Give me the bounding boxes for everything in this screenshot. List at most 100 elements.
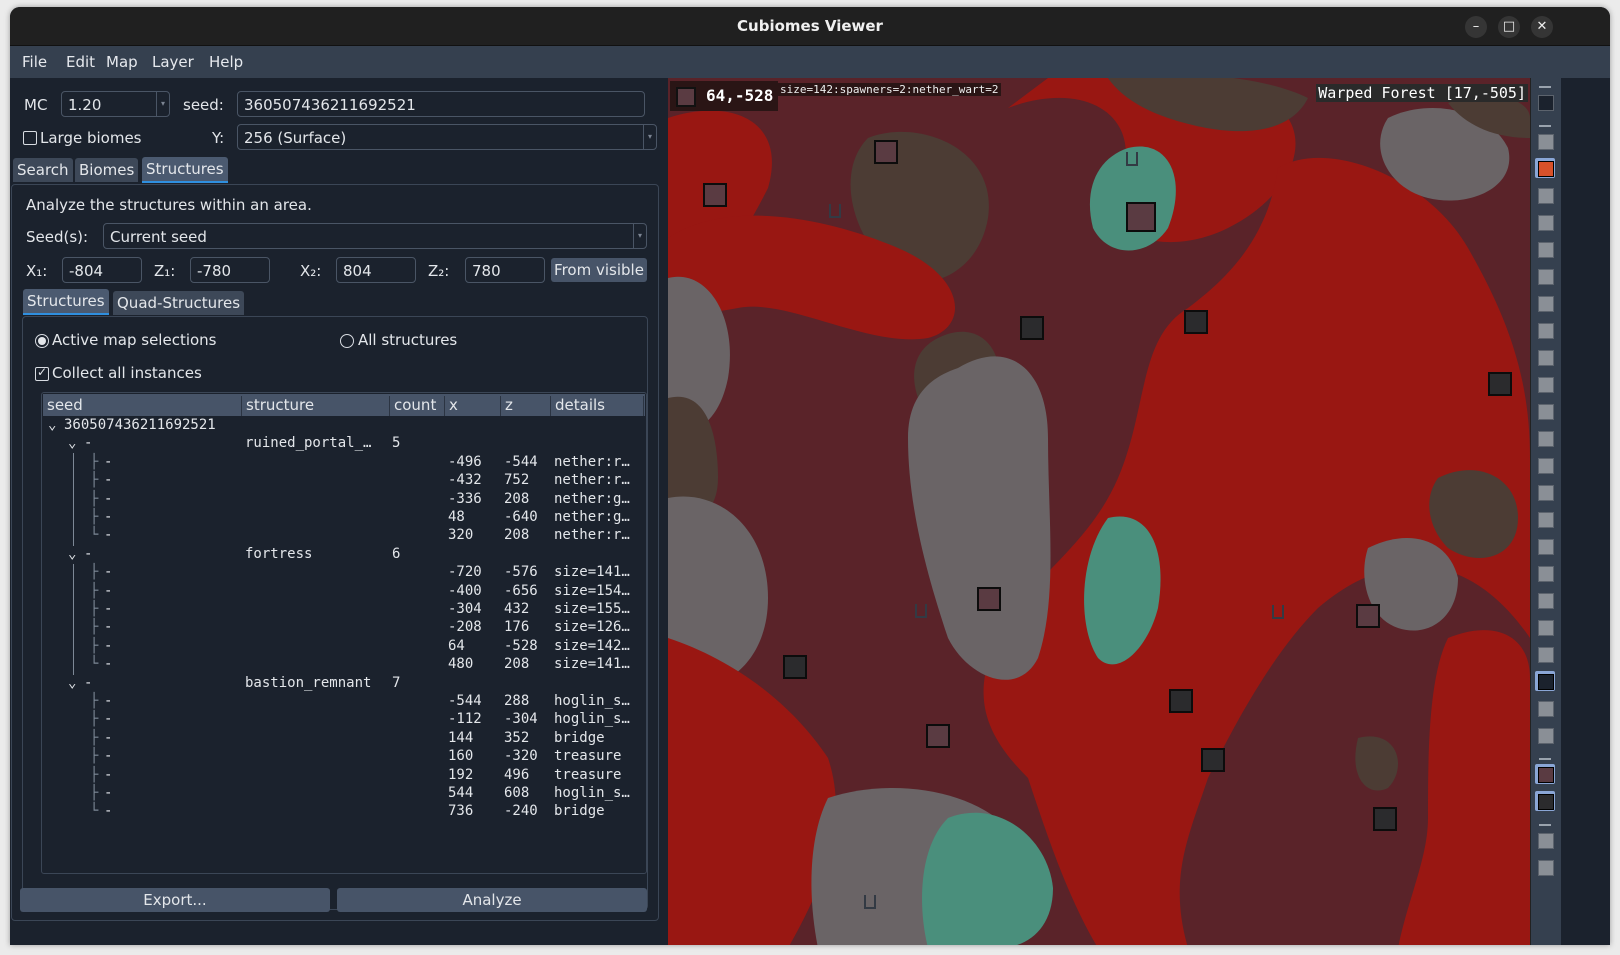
toggle-fortress[interactable] — [1535, 764, 1555, 784]
ruined-portal-marker[interactable] — [829, 204, 841, 218]
toggle-ancient-city[interactable] — [1535, 401, 1555, 421]
fortress-marker[interactable] — [977, 587, 1001, 611]
seed-input[interactable]: 360507436211692521 — [237, 91, 645, 117]
active-selections-radio[interactable] — [35, 334, 49, 348]
toggle-end-gateway-2[interactable] — [1535, 857, 1555, 877]
tree-row-instance[interactable]: ├ - 144 352 bridge — [42, 730, 646, 748]
fortress-marker-selected[interactable] — [1126, 202, 1156, 232]
column-seed[interactable]: seed — [43, 396, 242, 416]
subtab-structures[interactable]: Structures — [23, 289, 109, 315]
analyze-button[interactable]: Analyze — [337, 888, 647, 912]
y-level-select[interactable]: 256 (Surface) ▾ — [237, 124, 657, 150]
tree-row-instance[interactable]: ├ - -432 752 nether:r… — [42, 472, 646, 490]
column-z[interactable]: z — [501, 396, 551, 416]
tree-row-group[interactable]: ⌄ - ruined_portal_… 5 — [42, 435, 646, 453]
toggle-overworld-structure-desert[interactable] — [1535, 239, 1555, 259]
toggle-mineshaft[interactable] — [1535, 347, 1555, 367]
tree-row-instance[interactable]: ├ - 64 -528 size=142… — [42, 638, 646, 656]
fortress-marker[interactable] — [703, 183, 727, 207]
tree-row-instance[interactable]: └ - 736 -240 bridge — [42, 803, 646, 821]
tab-structures[interactable]: Structures — [142, 157, 228, 183]
toggle-woodland-mansion[interactable] — [1535, 482, 1555, 502]
toggle-feather[interactable] — [1535, 725, 1555, 745]
tree-row-instance[interactable]: ├ - -496 -544 nether:r… — [42, 454, 646, 472]
menu-grip-icon[interactable] — [1539, 86, 1551, 88]
tree-row-instance[interactable]: ├ - 192 496 treasure — [42, 767, 646, 785]
toggle-monument-block[interactable] — [1535, 509, 1555, 529]
menu-layer[interactable]: Layer — [152, 53, 194, 71]
tab-search[interactable]: Search — [13, 158, 73, 182]
toggle-ruined-portal-nether[interactable] — [1535, 671, 1555, 691]
tree-row-instance[interactable]: └ - 480 208 size=141… — [42, 656, 646, 674]
tree-row-instance[interactable]: ├ - 544 608 hoglin_s… — [42, 785, 646, 803]
tree-row-instance[interactable]: ├ - -720 -576 size=141… — [42, 564, 646, 582]
toggle-nether-biome-layer[interactable] — [1535, 158, 1555, 178]
fortress-marker[interactable] — [926, 724, 950, 748]
tree-row-instance[interactable]: ├ - -400 -656 size=154… — [42, 583, 646, 601]
ruined-portal-marker[interactable] — [864, 895, 876, 909]
bastion-marker[interactable] — [1201, 748, 1225, 772]
column-count[interactable]: count — [390, 396, 445, 416]
toggle-anchor-spawn[interactable] — [1535, 536, 1555, 556]
x2-input[interactable]: 804 — [336, 257, 416, 283]
close-button[interactable]: ✕ — [1531, 16, 1553, 38]
ruined-portal-marker[interactable] — [1272, 605, 1284, 619]
bastion-marker[interactable] — [1373, 807, 1397, 831]
tree-row-instance[interactable]: ├ - -304 432 size=155… — [42, 601, 646, 619]
maximize-button[interactable]: □ — [1498, 16, 1520, 38]
toggle-ocean-ruin[interactable] — [1535, 293, 1555, 313]
toggle-ship-anchor[interactable] — [1535, 617, 1555, 637]
tree-row-instance[interactable]: └ - 320 208 nether:r… — [42, 527, 646, 545]
collect-instances-checkbox[interactable] — [35, 365, 49, 381]
menu-map[interactable]: Map — [106, 53, 138, 71]
toggle-spawn[interactable] — [1535, 185, 1555, 205]
bastion-marker[interactable] — [1184, 310, 1208, 334]
bastion-marker[interactable] — [1020, 316, 1044, 340]
bastion-marker[interactable] — [783, 655, 807, 679]
tree-row-seed[interactable]: ⌄ 360507436211692521 — [42, 417, 646, 435]
ruined-portal-marker[interactable] — [1126, 152, 1138, 166]
subtab-quad-structures[interactable]: Quad-Structures — [113, 291, 245, 315]
toggle-igloo[interactable] — [1535, 455, 1555, 475]
toggle-bastion[interactable] — [1535, 791, 1555, 811]
menu-edit[interactable]: Edit — [66, 53, 95, 71]
tree-row-instance[interactable]: ├ - 48 -640 nether:g… — [42, 509, 646, 527]
toggle-shipwreck[interactable] — [1535, 320, 1555, 340]
toggle-stronghold[interactable] — [1535, 644, 1555, 664]
toggle-ruined-portal-overworld[interactable] — [1535, 374, 1555, 394]
column-x[interactable]: x — [445, 396, 501, 416]
export-button[interactable]: Export... — [20, 888, 330, 912]
toggle-end-gateway[interactable] — [1535, 698, 1555, 718]
menu-file[interactable]: File — [22, 53, 47, 71]
fortress-marker[interactable] — [1356, 604, 1380, 628]
toggle-center-crosshair[interactable] — [1535, 92, 1555, 112]
map-view[interactable] — [668, 78, 1530, 945]
toggle-village[interactable] — [1535, 266, 1555, 286]
all-structures-radio[interactable] — [340, 334, 354, 348]
menu-help[interactable]: Help — [209, 53, 243, 71]
toggle-end-city[interactable] — [1535, 830, 1555, 850]
tree-row-instance[interactable]: ├ - -336 208 nether:g… — [42, 491, 646, 509]
tree-row-instance[interactable]: ├ - 160 -320 treasure — [42, 748, 646, 766]
toggle-trail-ruins[interactable] — [1535, 590, 1555, 610]
results-tree[interactable]: seed structure count x z details ⌄ 360507… — [41, 392, 647, 874]
bastion-marker[interactable] — [1488, 372, 1512, 396]
fortress-marker[interactable] — [874, 140, 898, 164]
column-structure[interactable]: structure — [242, 396, 390, 416]
ruined-portal-marker[interactable] — [915, 604, 927, 618]
tree-row-group[interactable]: ⌄ - bastion_remnant 7 — [42, 675, 646, 693]
z2-input[interactable]: 780 — [465, 257, 545, 283]
toggle-slime-chunk[interactable] — [1535, 131, 1555, 151]
minimize-button[interactable]: – — [1465, 16, 1487, 38]
toggle-trial-block[interactable] — [1535, 563, 1555, 583]
toggle-pillager-outpost[interactable] — [1535, 428, 1555, 448]
mc-version-select[interactable]: 1.20 ▾ — [61, 91, 170, 117]
seeds-select[interactable]: Current seed ▾ — [103, 223, 647, 249]
tab-biomes[interactable]: Biomes — [75, 158, 139, 182]
tree-row-instance[interactable]: ├ - -208 176 size=126… — [42, 619, 646, 637]
tree-row-instance[interactable]: ├ - -112 -304 hoglin_s… — [42, 711, 646, 729]
toggle-grid[interactable] — [1535, 212, 1555, 232]
from-visible-button[interactable]: From visible — [551, 258, 647, 282]
x1-input[interactable]: -804 — [62, 257, 142, 283]
z1-input[interactable]: -780 — [190, 257, 270, 283]
